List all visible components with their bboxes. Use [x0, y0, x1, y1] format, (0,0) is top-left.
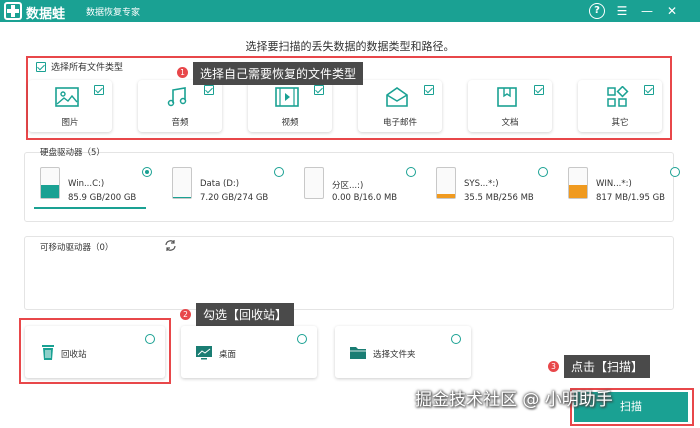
file-type-label: 电子邮件 [382, 118, 417, 128]
drive-item[interactable]: SYS...*:) 35.5 MB/256 MB [430, 163, 548, 209]
drive-icon [568, 167, 588, 199]
drive-size: 35.5 MB/256 MB [464, 193, 534, 203]
callout-1: 选择自己需要恢复的文件类型 [193, 62, 364, 85]
step-badge-2: 2 [180, 309, 191, 320]
file-type-email[interactable]: 电子邮件 [358, 80, 442, 132]
drive-item[interactable]: 分区...:) 0.00 B/16.0 MB [298, 163, 416, 209]
hard-drives-title: 硬盘驱动器（5） [40, 148, 105, 158]
file-type-label: 其它 [611, 118, 629, 128]
menu-icon[interactable]: ☰ [614, 3, 630, 19]
music-icon [167, 87, 187, 107]
drive-usage-fill [569, 185, 587, 198]
drive-usage-fill [437, 193, 455, 198]
drive-size: 817 MB/1.95 GB [596, 193, 666, 203]
removable-drives-panel [24, 236, 674, 310]
watermark: 掘金技术社区 @ 小明助手 [415, 390, 613, 410]
location-choose-folder[interactable]: 选择文件夹 [335, 326, 471, 378]
drive-usage-fill [173, 197, 191, 198]
radio-icon [297, 334, 307, 344]
drive-name: Win...C:) [68, 179, 105, 189]
drive-radio[interactable] [406, 167, 416, 177]
file-type-label: 文档 [501, 118, 519, 128]
file-type-video[interactable]: 视频 [248, 80, 332, 132]
drive-icon [172, 167, 192, 199]
checkbox-icon [314, 85, 324, 95]
drive-radio[interactable] [538, 167, 548, 177]
trash-icon [42, 345, 54, 360]
select-all-check-icon [36, 61, 46, 72]
drive-icon [40, 167, 60, 199]
desktop-icon [196, 346, 212, 360]
email-icon [386, 87, 408, 107]
step-badge-3: 3 [548, 361, 559, 372]
drive-size: 7.20 GB/274 GB [200, 193, 269, 203]
drive-usage-fill [41, 184, 59, 198]
callout-3: 点击【扫描】 [564, 355, 651, 378]
video-icon [275, 87, 299, 107]
drive-name: Data (D:) [200, 179, 240, 189]
drive-item[interactable]: Data (D:) 7.20 GB/274 GB [166, 163, 284, 209]
callout-2: 勾选【回收站】 [196, 303, 295, 326]
drive-radio[interactable] [274, 167, 284, 177]
location-desktop[interactable]: 桌面 [181, 326, 317, 378]
drive-item[interactable]: Win...C:) 85.9 GB/200 GB [34, 163, 152, 209]
title-bar: 数据蛙 数据恢复专家 ? ☰ — ✕ [0, 0, 700, 22]
location-label: 选择文件夹 [373, 350, 416, 360]
file-type-audio[interactable]: 音频 [138, 80, 222, 132]
grid-icon [607, 86, 629, 107]
refresh-icon[interactable] [164, 239, 177, 252]
drive-radio[interactable] [142, 167, 152, 177]
checkbox-icon [94, 85, 104, 95]
step-badge-1: 1 [177, 67, 188, 78]
drive-icon [304, 167, 324, 199]
file-type-label: 视频 [281, 118, 299, 128]
drive-size: 85.9 GB/200 GB [68, 193, 137, 203]
checkbox-icon [644, 85, 654, 95]
app-name: 数据蛙 [26, 7, 66, 22]
drive-radio[interactable] [670, 167, 680, 177]
drive-size: 0.00 B/16.0 MB [332, 193, 398, 203]
page-heading: 选择要扫描的丢失数据的数据类型和路径。 [245, 40, 455, 53]
checkbox-icon [424, 85, 434, 95]
drive-name: WIN...*:) [596, 179, 632, 189]
image-icon [55, 87, 79, 107]
radio-icon [145, 334, 155, 344]
checkbox-icon [534, 85, 544, 95]
file-type-label: 音频 [171, 118, 189, 128]
file-type-label: 图片 [61, 118, 79, 128]
location-label: 桌面 [219, 350, 237, 360]
app-logo-icon [4, 2, 22, 20]
select-all-label: 选择所有文件类型 [51, 63, 124, 73]
checkbox-icon [204, 85, 214, 95]
location-recycle-bin[interactable]: 回收站 [25, 326, 165, 378]
app-subtitle: 数据恢复专家 [86, 8, 141, 18]
minimize-button[interactable]: — [639, 3, 655, 19]
document-icon [497, 87, 517, 107]
file-type-document[interactable]: 文档 [468, 80, 552, 132]
folder-icon [350, 347, 366, 359]
location-label: 回收站 [61, 350, 87, 360]
drive-item[interactable]: WIN...*:) 817 MB/1.95 GB [562, 163, 680, 209]
radio-icon [451, 334, 461, 344]
drive-name: SYS...*:) [464, 179, 499, 189]
select-all-checkbox[interactable]: 选择所有文件类型 [36, 60, 123, 73]
removable-drives-title: 可移动驱动器（0） [40, 243, 114, 253]
file-type-images[interactable]: 图片 [28, 80, 112, 132]
drive-icon [436, 167, 456, 199]
help-icon[interactable]: ? [589, 3, 605, 19]
selected-drive-underline [34, 207, 146, 209]
drive-name: 分区...:) [332, 181, 364, 191]
file-type-other[interactable]: 其它 [578, 80, 662, 132]
close-button[interactable]: ✕ [664, 3, 680, 19]
